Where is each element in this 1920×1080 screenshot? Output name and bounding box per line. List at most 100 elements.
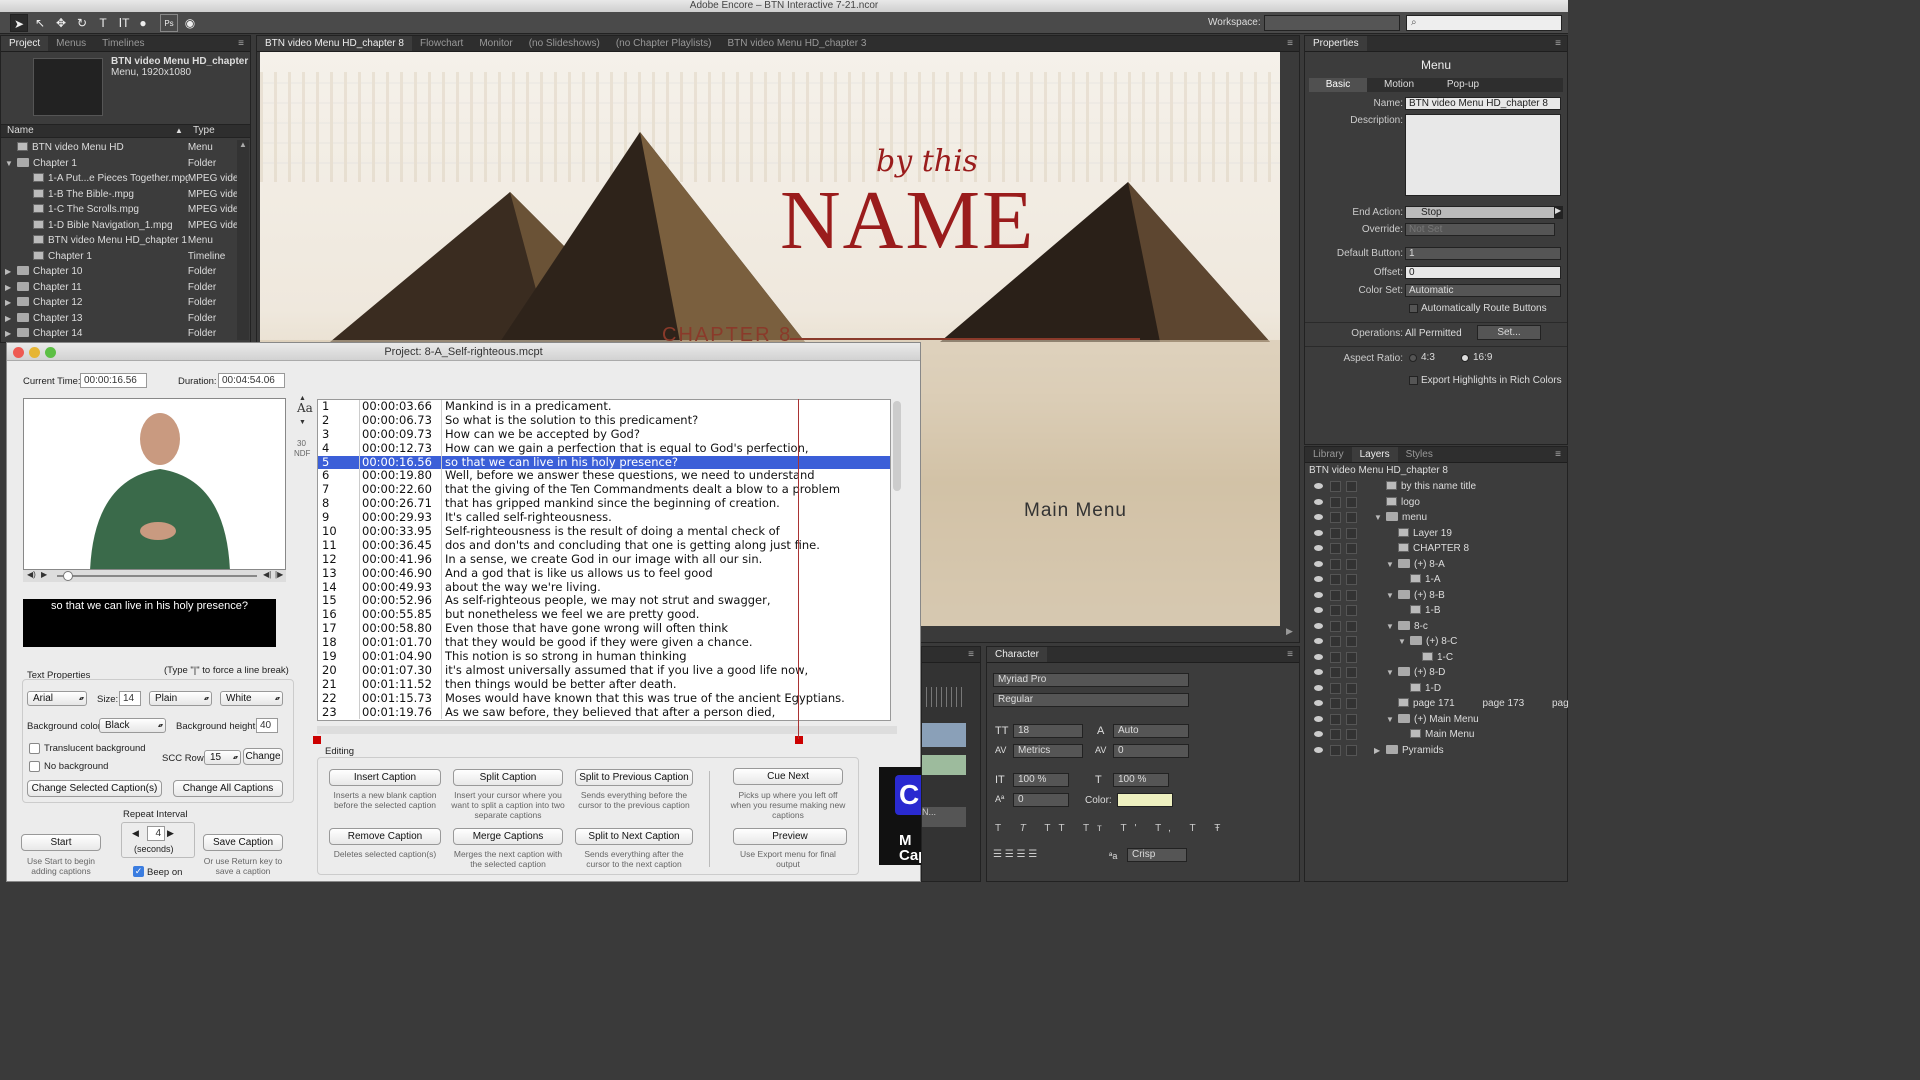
visibility-eye-icon[interactable] (1314, 607, 1323, 613)
expand-triangle-icon[interactable]: ▶ (1374, 743, 1384, 759)
project-item[interactable]: ▶ Chapter 12 Folder (5, 295, 237, 311)
video-preview[interactable] (23, 398, 286, 570)
lock-toggle[interactable] (1330, 496, 1341, 508)
repeat-decrease-icon[interactable]: ◀ (132, 828, 139, 839)
lock-toggle[interactable] (1330, 636, 1341, 647)
font-style-select[interactable]: Regular (993, 693, 1189, 707)
subpicture-toggle[interactable] (1346, 543, 1357, 554)
caption-text[interactable]: This notion is so strong in human thinki… (442, 649, 687, 664)
viewer-tab[interactable]: BTN video Menu HD_chapter 8 (257, 36, 412, 51)
caption-text[interactable]: Moses would have known that this was tru… (442, 691, 845, 706)
split-to-previous-button[interactable]: Split to Previous Caption (575, 769, 693, 786)
visibility-eye-icon[interactable] (1314, 483, 1323, 489)
direct-select-tool-icon[interactable]: ↖ (31, 14, 49, 32)
properties-menu-icon[interactable]: ≡ (1555, 36, 1567, 51)
lock-toggle[interactable] (1330, 543, 1341, 554)
viewer-tab[interactable]: (no Slideshows) (521, 36, 608, 51)
collapsed-triangle-icon[interactable]: ▶ (5, 311, 15, 327)
project-item[interactable]: ▶ Chapter 13 Folder (5, 311, 237, 327)
caption-row[interactable]: 12 00:00:41.96 In a sense, we create God i… (318, 552, 890, 567)
insert-caption-button[interactable]: Insert Caption (329, 769, 441, 786)
duration-field[interactable]: 00:04:54.06 (218, 373, 285, 388)
subpicture-toggle[interactable] (1346, 589, 1357, 601)
lock-toggle[interactable] (1330, 744, 1341, 756)
current-time-field[interactable]: 00:00:16.56 (80, 373, 147, 388)
caption-text[interactable]: In a sense, we create God in our image w… (442, 552, 762, 567)
caption-row[interactable]: 17 00:00:58.80 Even those that have gone w… (318, 621, 890, 637)
viewer-tab[interactable]: Monitor (471, 36, 520, 51)
lock-toggle[interactable] (1330, 512, 1341, 523)
caption-row[interactable]: 20 00:01:07.30 it's almost universally ass… (318, 663, 890, 678)
caption-text[interactable]: that the giving of the Ten Commandments … (442, 482, 840, 497)
caption-row[interactable]: 19 00:01:04.90 This notion is so strong in… (318, 649, 890, 664)
subpicture-toggle[interactable] (1346, 713, 1357, 725)
marker-right[interactable] (795, 736, 803, 744)
lock-toggle[interactable] (1330, 667, 1341, 678)
subpicture-toggle[interactable] (1346, 667, 1357, 678)
lock-toggle[interactable] (1330, 527, 1341, 539)
caption-text[interactable]: Well, before we answer these questions, … (442, 469, 815, 483)
tab-layers[interactable]: Layers (1351, 447, 1398, 462)
layer-row[interactable]: ▼ menu (1308, 510, 1566, 526)
visibility-eye-icon[interactable] (1314, 638, 1323, 644)
tracking-field[interactable]: 0 (1113, 744, 1189, 758)
expand-triangle-icon[interactable]: ▼ (1374, 510, 1384, 526)
increase-size-icon[interactable]: ▲ (299, 395, 306, 402)
viewer-tab[interactable]: (no Chapter Playlists) (608, 36, 720, 51)
tab-project[interactable]: Project (1, 36, 49, 51)
merge-captions-button[interactable]: Merge Captions (453, 828, 563, 845)
collapsed-triangle-icon[interactable]: ▶ (5, 326, 15, 342)
lock-toggle[interactable] (1330, 713, 1341, 725)
translucent-checkbox[interactable] (29, 743, 40, 754)
search-field[interactable]: ⌕ (1406, 15, 1562, 31)
caption-row[interactable]: 8 00:00:26.71 that has gripped mankind sin… (318, 496, 890, 512)
auto-route-checkbox[interactable] (1409, 304, 1418, 313)
horizontal-scale-field[interactable]: 100 % (1113, 773, 1169, 787)
subpicture-toggle[interactable] (1346, 527, 1357, 539)
lock-toggle[interactable] (1330, 651, 1341, 663)
visibility-eye-icon[interactable] (1314, 545, 1323, 551)
font-select[interactable]: Arial (27, 691, 87, 706)
layer-row[interactable]: ▼ 8-c (1308, 619, 1566, 635)
change-selected-button[interactable]: Change Selected Caption(s) (27, 780, 162, 797)
caption-text[interactable]: Even those that have gone wrong will oft… (442, 621, 728, 636)
tab-properties[interactable]: Properties (1305, 36, 1367, 51)
layer-row[interactable]: Layer 19 (1308, 526, 1566, 542)
decrease-size-icon[interactable]: ▼ (299, 419, 306, 426)
preview-button[interactable]: Preview (733, 828, 847, 845)
caption-text[interactable]: then things would be better after death. (442, 677, 677, 692)
export-highlights-checkbox[interactable] (1409, 376, 1418, 385)
timeline-track[interactable] (922, 723, 966, 747)
font-size-field[interactable]: 18 (1013, 724, 1083, 738)
col-name[interactable]: Name (7, 125, 34, 137)
scc-row-select[interactable]: 15 (204, 750, 241, 765)
project-item[interactable]: BTN video Menu HD Menu (5, 140, 237, 156)
layer-row[interactable]: ▼ (+) 8-D (1308, 665, 1566, 681)
timeline-track[interactable] (922, 755, 966, 775)
visibility-eye-icon[interactable] (1314, 700, 1323, 706)
col-type[interactable]: Type (193, 125, 215, 137)
change-button[interactable]: Change (243, 748, 283, 765)
color-set-select[interactable]: Automatic (1405, 284, 1561, 297)
visibility-eye-icon[interactable] (1314, 560, 1323, 567)
move-tool-icon[interactable]: ✥ (52, 14, 70, 32)
tab-timelines[interactable]: Timelines (94, 36, 152, 51)
caption-row[interactable]: 23 00:01:19.76 As we saw before, they beli… (318, 705, 890, 720)
antialias-select[interactable]: Crisp (1127, 848, 1187, 862)
aspect-16-9-radio[interactable] (1461, 354, 1469, 362)
visibility-eye-icon[interactable] (1314, 731, 1323, 737)
lock-toggle[interactable] (1330, 620, 1341, 632)
subpicture-toggle[interactable] (1346, 574, 1357, 585)
caption-row[interactable]: 9 00:00:29.93 It's called self-righteousne… (318, 510, 890, 526)
timeline-track[interactable]: N... (922, 807, 966, 827)
default-button-select[interactable]: 1 (1405, 247, 1561, 260)
layers-menu-icon[interactable]: ≡ (1555, 447, 1567, 462)
zoom-tool-icon[interactable]: ● (134, 14, 152, 32)
subpicture-toggle[interactable] (1346, 481, 1357, 492)
caption-row[interactable]: 14 00:00:49.93 about the way we're living. (318, 580, 890, 595)
caption-text[interactable]: As self-righteous people, we may not str… (442, 594, 771, 608)
layer-row[interactable]: ▼ (+) 8-A (1308, 557, 1566, 573)
aspect-4-3-radio[interactable] (1409, 354, 1417, 362)
expand-triangle-icon[interactable]: ▼ (1398, 634, 1408, 650)
subpicture-toggle[interactable] (1346, 698, 1357, 709)
